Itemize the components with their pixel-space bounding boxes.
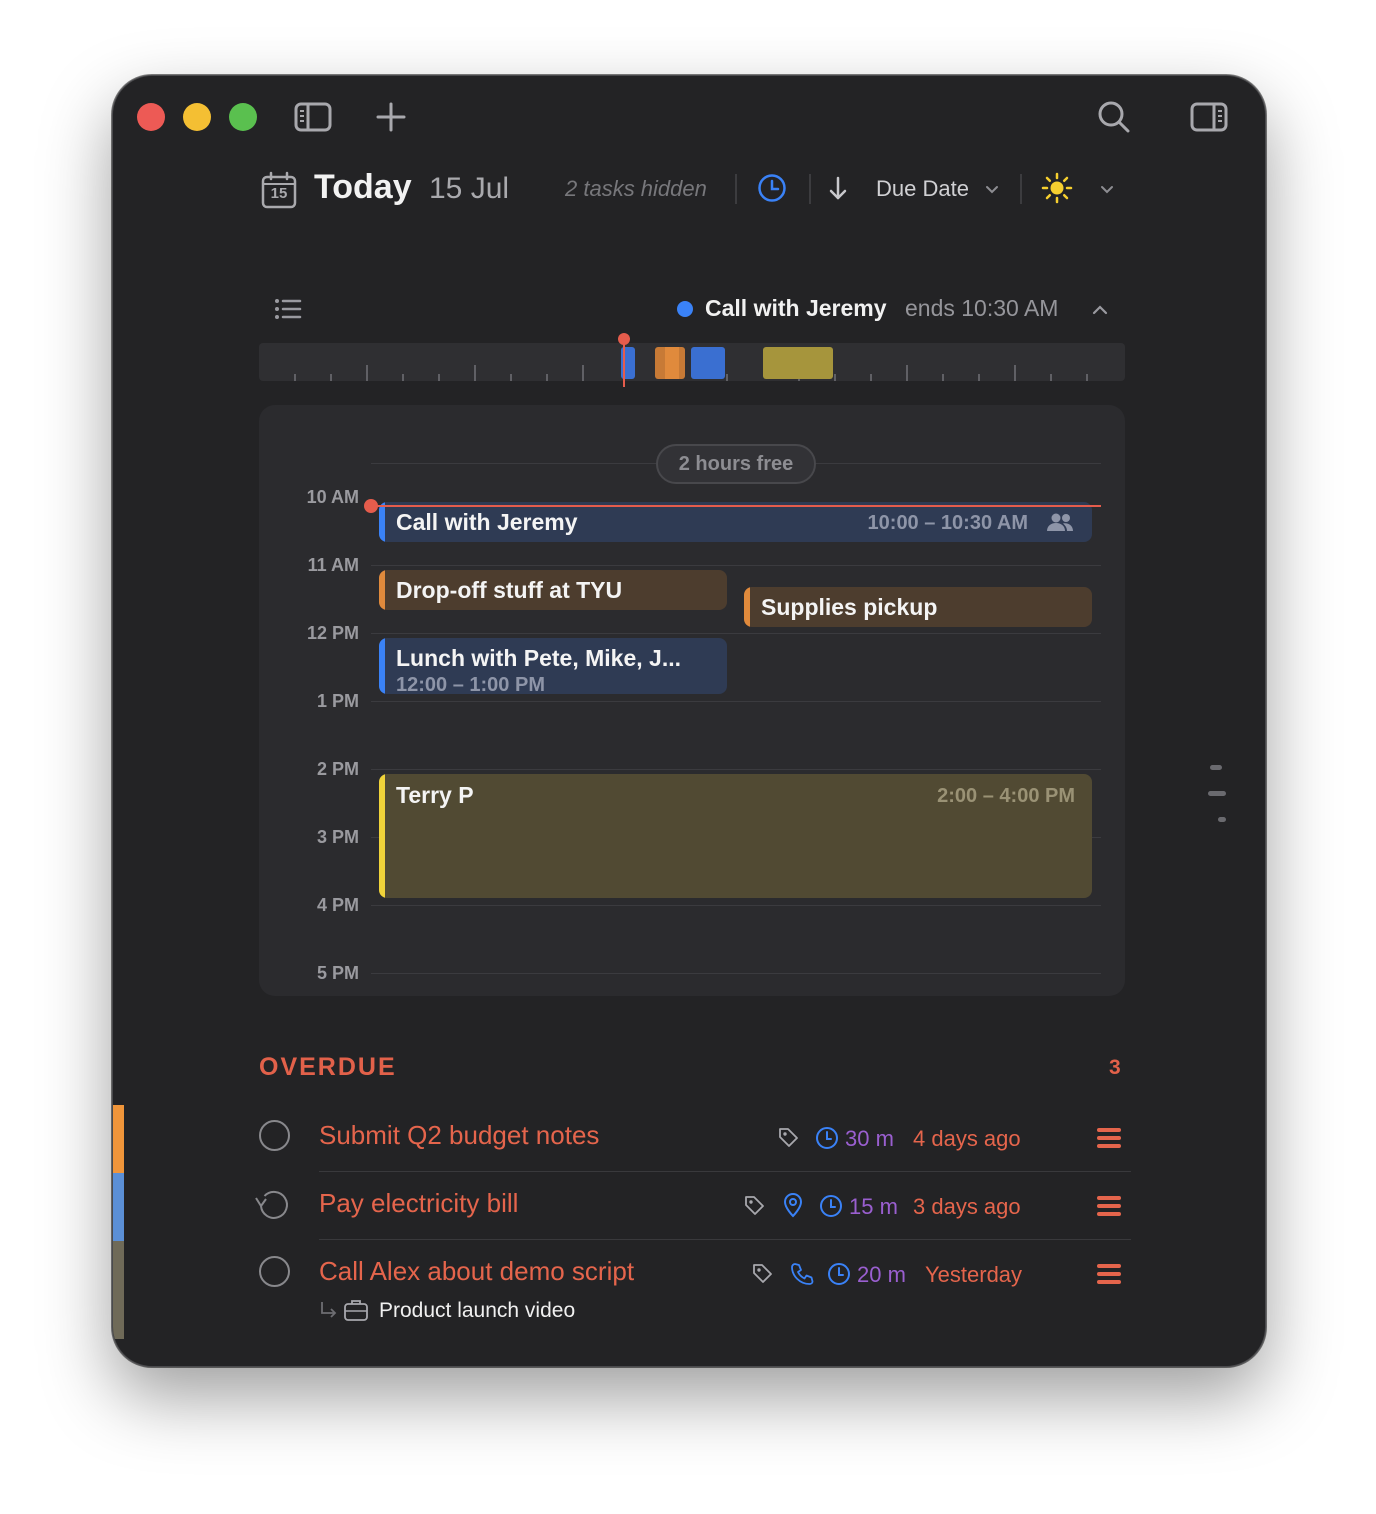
hour-label: 10 AM <box>306 487 359 507</box>
task-checkbox[interactable] <box>259 1256 290 1287</box>
task-duration: 15 m <box>849 1194 898 1219</box>
now-line <box>371 505 1101 507</box>
overdue-count: 3 <box>1109 1056 1121 1079</box>
hour-label: 11 AM <box>307 555 359 575</box>
page-indicator[interactable] <box>1218 817 1226 822</box>
close-window-button[interactable] <box>137 103 165 131</box>
task-color-strip <box>113 1173 124 1241</box>
priority-icon <box>1097 1264 1121 1288</box>
event-terry-p[interactable]: Terry P 2:00 – 4:00 PM <box>379 774 1092 898</box>
sidebar-toggle-icon[interactable] <box>294 101 332 133</box>
project-briefcase-icon <box>343 1298 369 1327</box>
priority-icon <box>1097 1128 1121 1152</box>
task-row[interactable]: Submit Q2 budget notes 30 m 4 days ago <box>259 1120 1139 1164</box>
priority-icon <box>1097 1196 1121 1220</box>
current-event-ends: ends 10:30 AM <box>905 295 1059 321</box>
mini-event-block <box>763 347 833 379</box>
task-due: Yesterday <box>925 1262 1023 1287</box>
task-row[interactable]: Pay electricity bill 15 m 3 days ago <box>255 1188 1139 1232</box>
task-duration: 20 m <box>857 1262 906 1287</box>
location-icon <box>783 1192 803 1223</box>
task-title[interactable]: Pay electricity bill <box>319 1188 518 1219</box>
repeat-checkbox-icon[interactable] <box>251 1186 291 1227</box>
hour-label: 5 PM <box>316 963 359 983</box>
toolbar-divider <box>809 174 811 204</box>
event-drop-off[interactable]: Drop-off stuff at TYU <box>379 570 727 610</box>
clock-icon <box>827 1262 851 1291</box>
free-time-pill: 2 hours free <box>656 444 816 484</box>
task-checkbox[interactable] <box>259 1120 290 1151</box>
task-title[interactable]: Submit Q2 budget notes <box>319 1120 599 1151</box>
calendar-icon-day: 15 <box>270 185 288 202</box>
chevron-down-icon[interactable] <box>1100 182 1114 200</box>
event-title: Terry P <box>396 782 474 808</box>
hidden-tasks-label[interactable]: 2 tasks hidden <box>565 176 707 202</box>
event-title: Supplies pickup <box>761 594 938 620</box>
task-project[interactable]: Product launch video <box>379 1299 575 1323</box>
hour-label: 1 PM <box>316 691 359 711</box>
sort-direction-icon[interactable] <box>827 176 849 207</box>
hour-label: 2 PM <box>316 759 359 779</box>
event-call-with-jeremy[interactable]: Call with Jeremy 10:00 – 10:30 AM <box>379 502 1092 542</box>
toolbar-divider <box>735 174 737 204</box>
tag-icon <box>777 1126 799 1153</box>
mini-now-line <box>623 343 625 387</box>
event-title: Lunch with Pete, Mike, J... <box>396 645 681 671</box>
plus-icon[interactable] <box>376 102 406 132</box>
task-due: 4 days ago <box>913 1126 1021 1151</box>
current-event-title[interactable]: Call with Jeremy <box>705 295 887 322</box>
calendar-icon: 15 <box>261 171 297 209</box>
mini-now-dot <box>618 333 630 345</box>
mini-timeline[interactable] <box>259 333 1125 387</box>
row-divider <box>319 1239 1131 1240</box>
event-time: 12:00 – 1:00 PM <box>396 674 545 694</box>
event-supplies-pickup[interactable]: Supplies pickup <box>744 587 1092 627</box>
search-icon[interactable] <box>1097 100 1131 134</box>
event-title: Drop-off stuff at TYU <box>396 577 623 603</box>
task-row[interactable]: Call Alex about demo script 20 m Yesterd… <box>259 1256 1139 1336</box>
event-lunch[interactable]: Lunch with Pete, Mike, J... 12:00 – 1:00… <box>379 638 727 694</box>
sun-icon[interactable] <box>1041 172 1073 209</box>
inspector-toggle-icon[interactable] <box>1190 101 1228 133</box>
task-title[interactable]: Call Alex about demo script <box>319 1256 634 1287</box>
task-due: 3 days ago <box>913 1194 1021 1219</box>
task-color-strip <box>113 1241 124 1339</box>
task-color-strip <box>113 1105 124 1173</box>
task-duration: 30 m <box>845 1126 894 1151</box>
day-timeline: 2 hours free 10 AM 11 AM 12 PM 1 PM 2 PM… <box>259 405 1125 996</box>
mini-event-block <box>691 347 725 379</box>
tag-icon <box>751 1262 773 1289</box>
phone-icon <box>789 1261 815 1292</box>
clock-filter-icon[interactable] <box>757 173 787 208</box>
zoom-window-button[interactable] <box>229 103 257 131</box>
event-time: 2:00 – 4:00 PM <box>937 785 1075 807</box>
hour-label: 12 PM <box>306 623 359 643</box>
overdue-heading[interactable]: OVERDUE <box>259 1053 397 1082</box>
chevron-up-icon[interactable] <box>1092 303 1108 321</box>
app-window: 15 Today 15 Jul 2 tasks hidden Due Date … <box>112 75 1266 1367</box>
page-indicator[interactable] <box>1208 791 1226 796</box>
minimize-window-button[interactable] <box>183 103 211 131</box>
row-divider <box>319 1171 1131 1172</box>
page-title: Today <box>314 168 412 206</box>
sort-by-dropdown[interactable]: Due Date <box>876 176 969 202</box>
mini-event-block <box>665 347 679 379</box>
list-view-icon[interactable] <box>274 297 302 326</box>
people-icon <box>1046 512 1074 537</box>
now-dot <box>364 499 378 513</box>
hour-label: 4 PM <box>316 895 359 915</box>
page-indicator[interactable] <box>1210 765 1222 770</box>
clock-icon <box>819 1194 843 1223</box>
event-title: Call with Jeremy <box>396 509 578 535</box>
header-date: 15 Jul <box>429 172 510 205</box>
clock-icon <box>815 1126 839 1155</box>
current-event-dot <box>677 301 693 317</box>
tag-icon <box>743 1194 765 1221</box>
chevron-down-icon[interactable] <box>985 182 999 200</box>
toolbar-divider <box>1020 174 1022 204</box>
hour-label: 3 PM <box>316 827 359 847</box>
event-time: 10:00 – 10:30 AM <box>867 512 1028 534</box>
subtask-arrow-icon <box>319 1300 339 1325</box>
